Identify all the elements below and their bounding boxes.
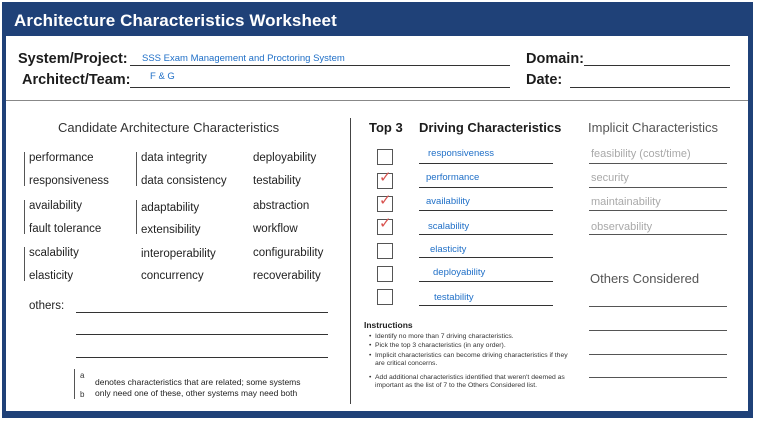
candidate-item[interactable]: scalability: [29, 247, 79, 259]
related-bracket: [24, 200, 25, 234]
implicit-heading: Implicit Characteristics: [588, 120, 719, 135]
driving-item[interactable]: performance: [426, 172, 479, 183]
implicit-line: [589, 210, 727, 211]
others-line[interactable]: [76, 357, 328, 358]
driving-item[interactable]: deployability: [433, 267, 485, 278]
top3-checkbox[interactable]: [377, 149, 393, 165]
driving-line: [419, 210, 553, 211]
section-divider: [350, 118, 351, 404]
driving-line: [419, 163, 553, 164]
legend-bracket: [74, 369, 75, 399]
candidate-item[interactable]: data integrity: [141, 152, 207, 164]
domain-underline: [584, 65, 730, 66]
others-considered-heading: Others Considered: [590, 271, 700, 286]
implicit-item[interactable]: feasibility (cost/time): [591, 148, 691, 160]
check-icon: ✓: [379, 169, 392, 186]
top3-heading: Top 3: [369, 120, 403, 135]
legend-letter-a: a: [80, 371, 85, 380]
driving-line: [419, 305, 553, 306]
others-considered-line[interactable]: [589, 377, 727, 378]
candidate-item[interactable]: availability: [29, 200, 82, 212]
driving-line: [419, 187, 553, 188]
architect-team-underline: [130, 87, 510, 88]
driving-line: [419, 234, 553, 235]
candidate-item[interactable]: fault tolerance: [29, 223, 101, 235]
legend-text-line1: denotes characteristics that are related…: [95, 377, 301, 387]
driving-line: [419, 281, 553, 282]
system-project-label: System/Project:: [18, 51, 128, 67]
instruction-item: Pick the top 3 characteristics (in any o…: [369, 342, 575, 350]
driving-item[interactable]: testability: [434, 292, 474, 303]
others-line[interactable]: [76, 312, 328, 313]
system-project-value[interactable]: SSS Exam Management and Proctoring Syste…: [142, 53, 345, 64]
driving-item[interactable]: elasticity: [430, 244, 466, 255]
driving-item[interactable]: availability: [426, 196, 470, 207]
driving-heading: Driving Characteristics: [419, 120, 562, 135]
implicit-line: [589, 234, 727, 235]
top3-checkbox[interactable]: [377, 243, 393, 259]
driving-item[interactable]: scalability: [428, 221, 469, 232]
candidate-item[interactable]: deployability: [253, 152, 316, 164]
candidate-item[interactable]: performance: [29, 152, 94, 164]
architect-team-label: Architect/Team:: [22, 72, 131, 88]
instruction-item: Identify no more than 7 driving characte…: [369, 333, 575, 341]
implicit-item[interactable]: maintainability: [591, 196, 661, 208]
driving-item[interactable]: responsiveness: [428, 148, 494, 159]
worksheet-title: Architecture Characteristics Worksheet: [14, 11, 337, 30]
check-icon: ✓: [379, 192, 392, 209]
related-bracket: [136, 152, 137, 186]
top3-checkbox[interactable]: [377, 289, 393, 305]
others-considered-line[interactable]: [589, 354, 727, 355]
check-icon: ✓: [379, 215, 392, 232]
top3-checkbox[interactable]: ✓: [377, 215, 393, 235]
candidate-item[interactable]: concurrency: [141, 270, 204, 282]
implicit-item[interactable]: security: [591, 172, 629, 184]
architect-team-value[interactable]: F & G: [150, 71, 175, 82]
date-underline: [570, 87, 730, 88]
candidate-item[interactable]: data consistency: [141, 175, 227, 187]
others-considered-line[interactable]: [589, 306, 727, 307]
others-label: others:: [29, 300, 65, 312]
candidate-heading: Candidate Architecture Characteristics: [58, 120, 280, 135]
candidate-item[interactable]: testability: [253, 175, 301, 187]
candidate-item[interactable]: configurability: [253, 247, 323, 259]
related-bracket: [24, 152, 25, 186]
header-divider: [6, 100, 748, 101]
top3-checkbox[interactable]: ✓: [377, 192, 393, 212]
instructions-title: Instructions: [364, 320, 413, 330]
candidate-item[interactable]: extensibility: [141, 224, 200, 236]
candidate-item[interactable]: abstraction: [253, 200, 309, 212]
candidate-item[interactable]: interoperability: [141, 248, 216, 260]
others-line[interactable]: [76, 334, 328, 335]
related-bracket: [136, 200, 137, 234]
date-label: Date:: [526, 72, 563, 88]
implicit-item[interactable]: observability: [591, 221, 652, 233]
implicit-line: [589, 187, 727, 188]
related-bracket: [24, 247, 25, 281]
candidate-item[interactable]: responsiveness: [29, 175, 109, 187]
driving-line: [419, 257, 553, 258]
worksheet-body: System/Project: SSS Exam Management and …: [6, 36, 748, 411]
legend-letter-b: b: [80, 390, 85, 399]
others-considered-line[interactable]: [589, 330, 727, 331]
candidate-item[interactable]: workflow: [253, 223, 298, 235]
instruction-item: Add additional characteristics identifie…: [369, 374, 575, 390]
instruction-item: Implicit characteristics can become driv…: [369, 352, 571, 368]
candidate-item[interactable]: elasticity: [29, 270, 73, 282]
legend-text-line2: only need one of these, other systems ma…: [95, 388, 298, 398]
candidate-item[interactable]: adaptability: [141, 202, 199, 214]
candidate-item[interactable]: recoverability: [253, 270, 321, 282]
top3-checkbox[interactable]: ✓: [377, 169, 393, 189]
system-project-underline: [130, 65, 510, 66]
title-bar: Architecture Characteristics Worksheet: [2, 2, 753, 36]
top3-checkbox[interactable]: [377, 266, 393, 282]
domain-label: Domain:: [526, 51, 584, 67]
implicit-line: [589, 163, 727, 164]
